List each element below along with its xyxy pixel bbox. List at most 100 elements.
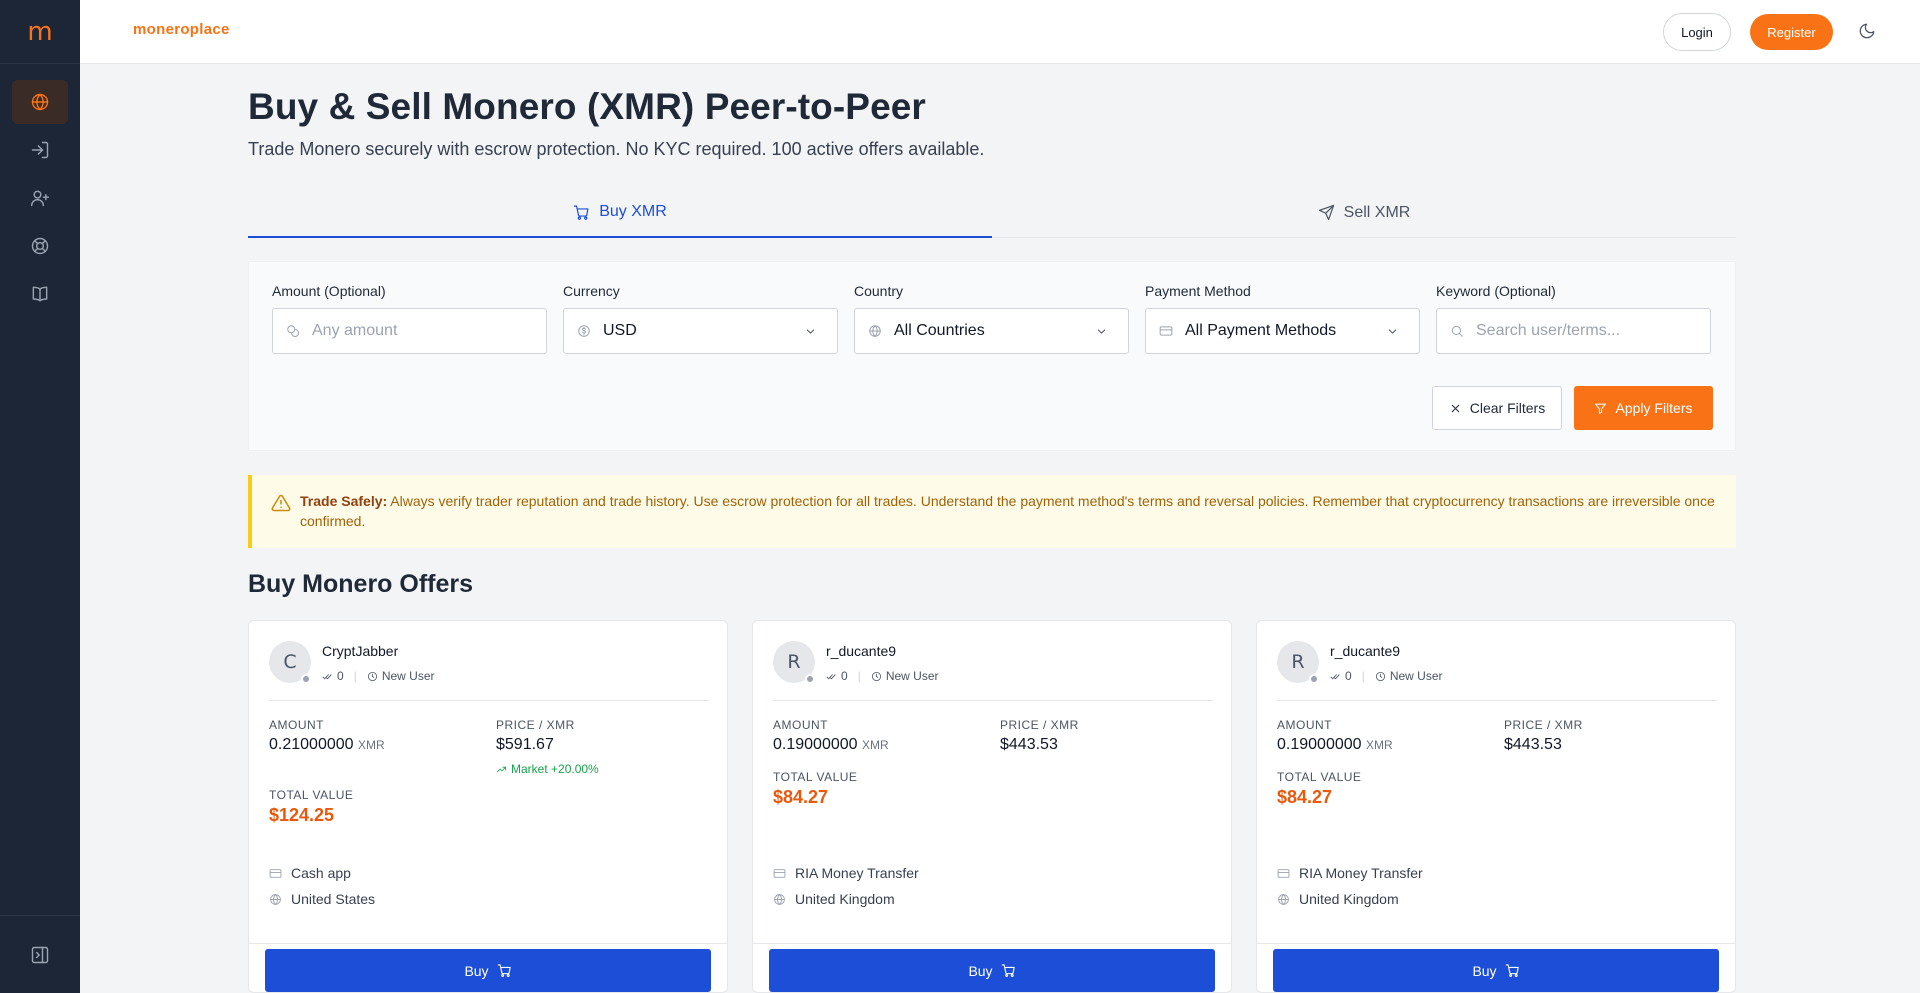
tab-sell-xmr[interactable]: Sell XMR [992,188,1736,238]
globe-icon [774,893,785,905]
amount-filter: Amount (Optional) Any amount [272,283,547,354]
button-label: Apply Filters [1615,400,1693,416]
clock-icon [871,671,881,681]
buy-button[interactable]: Buy [265,949,711,992]
close-icon [1451,404,1460,412]
check-icon [322,673,332,679]
sidebar: m [0,0,80,993]
brand-name[interactable]: moneroplace [133,21,230,38]
chevron-down-icon [1386,325,1399,338]
trending-up-icon [496,766,507,772]
trader-username[interactable]: CryptJabber [322,643,398,659]
divider [1277,700,1717,701]
page-title: Buy & Sell Monero (XMR) Peer-to-Peer [248,86,926,127]
trader-meta: 0 | New User [322,669,435,683]
trader-meta: 0 | New User [1330,669,1443,683]
field-label: Payment Method [1145,283,1251,299]
divider [249,943,727,944]
sidebar-item-guides[interactable] [12,272,68,316]
payment-method-row: Cash app [269,865,351,881]
amount-number: 0.19000000 [773,736,858,753]
payment-method-select[interactable]: All Payment Methods [1145,308,1420,354]
country-select[interactable]: All Countries [854,308,1129,354]
sidebar-item-login[interactable] [12,128,68,172]
payment-method: RIA Money Transfer [1299,865,1423,881]
user-badge: New User [885,669,939,683]
chevron-down-icon [804,325,817,338]
book-icon [32,286,48,302]
collapse-sidebar-button[interactable] [0,915,80,993]
trade-count: 0 [841,669,848,683]
field-label: Currency [563,283,620,299]
amount-unit: XMR [357,738,385,752]
user-badge: New User [1389,669,1443,683]
amount-label: AMOUNT [773,718,828,732]
divider [753,943,1231,944]
app-logo[interactable]: m [0,0,80,64]
price-label: PRICE / XMR [1504,718,1583,732]
clock-icon [1375,671,1385,681]
price-label: PRICE / XMR [496,718,575,732]
offers-section-title: Buy Monero Offers [248,570,474,598]
total-label: TOTAL VALUE [1277,770,1362,784]
offer-card: R r_ducante9 0 | New User AMOUNT 0.19000… [752,620,1232,993]
check-icon [1330,673,1340,679]
lifebuoy-icon [31,237,49,255]
trader-username[interactable]: r_ducante9 [826,643,896,659]
filters-panel: Amount (Optional) Any amount Currency US… [248,261,1736,451]
sidebar-item-marketplace[interactable] [12,80,68,124]
buy-button[interactable]: Buy [1273,949,1719,992]
login-button[interactable]: Login [1663,13,1731,51]
sidebar-item-register[interactable] [12,176,68,220]
country-row: United Kingdom [1277,891,1399,907]
warning-icon [271,493,291,518]
amount-value: 0.19000000 XMR [1277,736,1393,754]
amount-label: AMOUNT [1277,718,1332,732]
theme-toggle-button[interactable] [1858,22,1878,42]
status-dot [301,674,311,684]
amount-value: 0.19000000 XMR [773,736,889,754]
trader-username[interactable]: r_ducante9 [1330,643,1400,659]
total-value: $84.27 [773,787,829,807]
globe-icon [1278,893,1289,905]
total-label: TOTAL VALUE [269,788,354,802]
country: United Kingdom [1299,891,1399,907]
collapse-sidebar-icon [31,946,49,963]
credit-card-icon [1277,868,1290,878]
cart-icon [497,964,511,977]
alert-text: Trade Safely: Always verify trader reput… [300,491,1720,531]
user-plus-icon [30,190,50,207]
tab-buy-xmr[interactable]: Buy XMR [248,188,992,238]
offer-card: C CryptJabber 0 | New User AMOUNT 0.2100… [248,620,728,993]
chevron-down-icon [1095,325,1108,338]
credit-card-icon [1159,324,1173,338]
sidebar-nav [0,64,80,316]
send-icon [1318,204,1334,221]
credit-card-icon [269,868,282,878]
alert-body: Always verify trader reputation and trad… [300,493,1715,529]
total-value: $84.27 [1277,787,1333,807]
field-label: Country [854,283,904,299]
divider [773,700,1213,701]
sidebar-item-support[interactable] [12,224,68,268]
amount-input[interactable]: Any amount [272,308,547,354]
trade-count: 0 [1345,669,1352,683]
cart-icon [1505,964,1519,977]
button-label: Buy [464,962,489,979]
currency-select[interactable]: USD [563,308,838,354]
amount-unit: XMR [1365,738,1393,752]
currency-value: USD [603,322,637,339]
register-button[interactable]: Register [1750,14,1833,50]
currency-filter: Currency USD [563,283,838,354]
clear-filters-button[interactable]: Clear Filters [1432,386,1562,430]
button-label: Clear Filters [1469,400,1546,416]
tab-label: Buy XMR [599,203,667,220]
offer-card: R r_ducante9 0 | New User AMOUNT 0.19000… [1256,620,1736,993]
amount-number: 0.19000000 [1277,736,1362,753]
status-dot [1309,674,1319,684]
keyword-input[interactable]: Search user/terms... [1436,308,1711,354]
buy-button[interactable]: Buy [769,949,1215,992]
keyword-placeholder: Search user/terms... [1476,322,1621,339]
apply-filters-button[interactable]: Apply Filters [1574,386,1713,430]
page-subtitle: Trade Monero securely with escrow protec… [248,139,985,159]
